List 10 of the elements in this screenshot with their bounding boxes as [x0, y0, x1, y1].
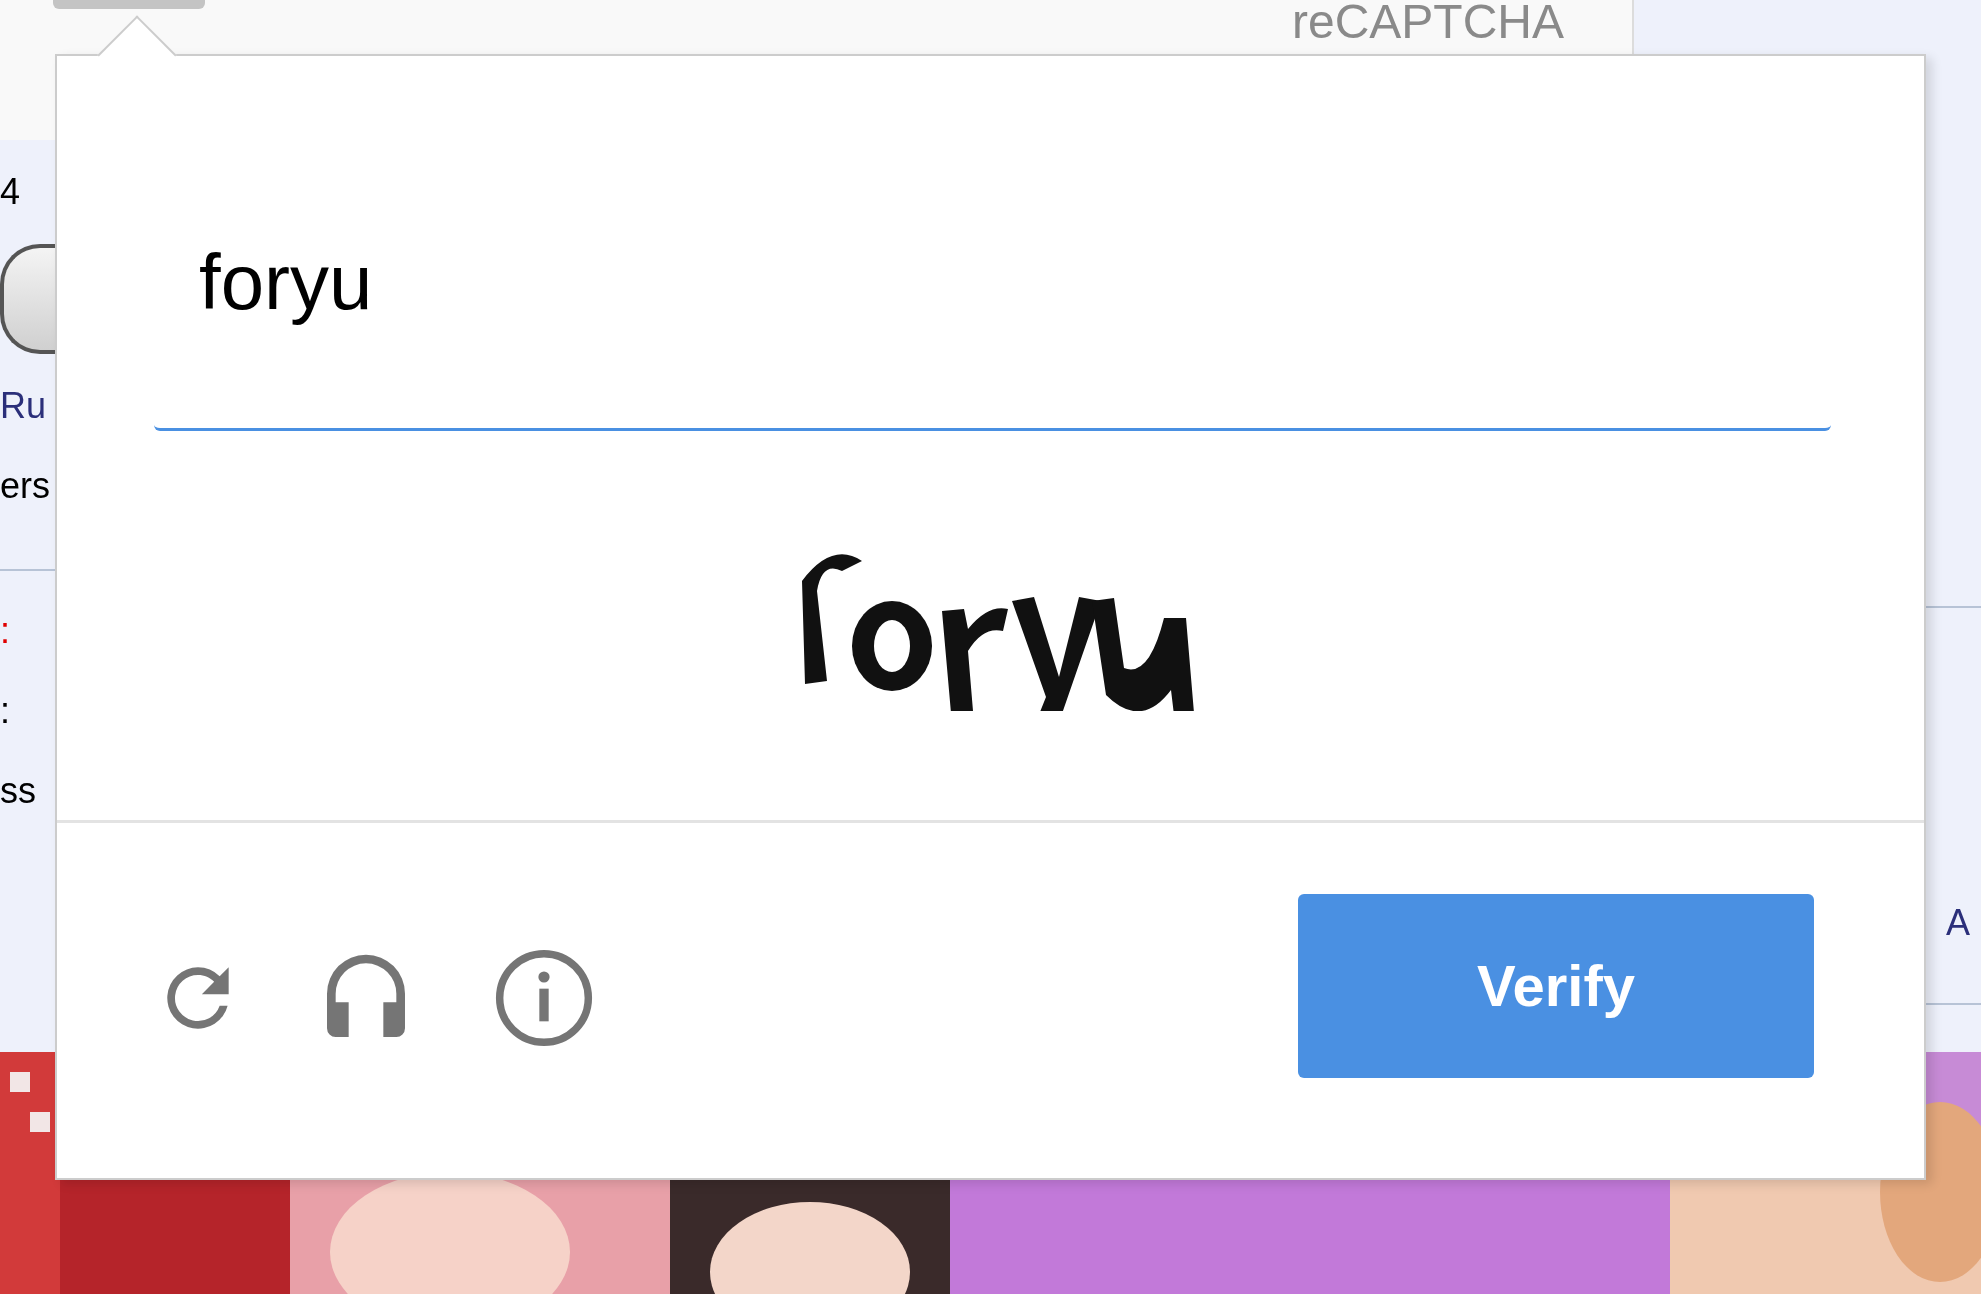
text-fragment: 4: [0, 170, 22, 214]
answer-field[interactable]: foryu: [154, 226, 1831, 431]
text-fragment: :: [0, 689, 11, 733]
header-label: reCAPTCHA: [1291, 0, 1564, 50]
text-fragment: :: [0, 609, 11, 653]
button-edge[interactable]: [0, 244, 55, 354]
link-fragment[interactable]: Ru: [0, 366, 55, 446]
text-fragment: ss: [0, 769, 37, 813]
link-fragment[interactable]: A: [1926, 883, 1981, 963]
text-fragment: ers: [0, 464, 51, 508]
